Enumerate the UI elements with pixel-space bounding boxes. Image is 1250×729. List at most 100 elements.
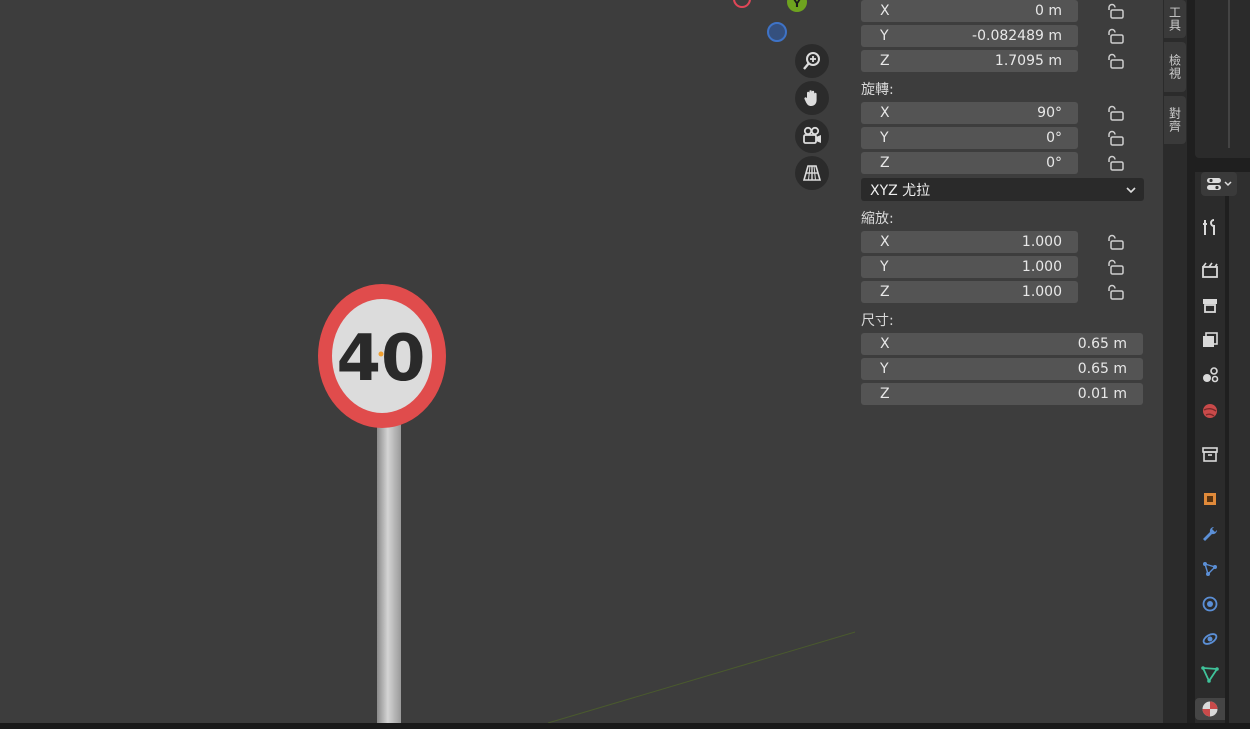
dimensions-y-row: Y 0.65 m [861,358,1143,380]
lock-icon[interactable] [1105,234,1124,250]
location-y-row: Y -0.082489 m [861,25,1078,47]
tab-align[interactable]: 對齊 [1164,96,1186,144]
rotation-y-field[interactable]: Y 0° [861,127,1078,149]
properties-tab-material[interactable] [1195,698,1225,720]
material-icon [1202,701,1218,717]
dimensions-x-field[interactable]: X 0.65 m [861,333,1143,355]
sign-number: 40 [336,322,425,396]
gizmo-y-label: Y [793,0,801,10]
axis-label: X [880,105,890,121]
field-value: 1.000 [1021,259,1062,275]
tool-icon [1203,219,1215,235]
speed-sign[interactable]: 40 [318,284,446,428]
pan-button[interactable] [795,81,829,115]
lock-icon[interactable] [1105,130,1124,146]
field-value: 0 m [1035,3,1062,19]
scene-icon [1203,367,1219,383]
lock-icon[interactable] [1105,259,1124,275]
field-value: 1.000 [1021,284,1062,300]
properties-tab-particles[interactable] [1199,558,1221,580]
view-layer-icon [1203,332,1218,347]
camera-view-icon [803,126,821,144]
axis-label: X [880,336,890,352]
field-value: 0° [1046,155,1062,171]
tab-label: 檢視 [1167,54,1182,80]
chevron-down-icon [1126,186,1136,193]
rotation-mode-value: XYZ 尤拉 [870,182,931,199]
rotation-x-row: X 90° [861,102,1078,124]
properties-tab-data[interactable] [1199,663,1221,685]
camera-view-button[interactable] [795,119,829,153]
lock-icon[interactable] [1105,284,1124,300]
zoom-button[interactable] [795,44,829,78]
axis-label: X [880,3,890,19]
object-origin [378,351,384,357]
data-icon [1201,666,1219,683]
sign-pole [377,420,401,723]
axis-label: Y [880,361,889,377]
field-value: 90° [1037,105,1062,121]
particles-icon [1203,562,1217,576]
tab-label: 工具 [1167,6,1182,32]
properties-tab-view-layer[interactable] [1199,329,1221,351]
world-icon [1203,404,1217,418]
location-z-field[interactable]: Z 1.7095 m [861,50,1078,72]
properties-tab-collection[interactable] [1199,443,1221,465]
scale-label: 縮放: [861,211,894,227]
properties-tab-object[interactable] [1199,488,1221,510]
lock-icon[interactable] [1105,28,1124,44]
scale-z-field[interactable]: Z 1.000 [861,281,1078,303]
axis-label: Y [880,130,889,146]
field-value: 1.7095 m [994,53,1062,69]
tab-view[interactable]: 檢視 [1164,42,1186,92]
scale-y-row: Y 1.000 [861,256,1078,278]
gizmo-z-neg[interactable] [767,22,787,42]
axis-label: X [880,234,890,250]
axis-label: Y [880,28,889,44]
lock-icon[interactable] [1105,3,1124,19]
status-bar [0,723,1250,729]
rotation-y-row: Y 0° [861,127,1078,149]
properties-tab-tool[interactable] [1199,216,1221,238]
dimensions-z-field[interactable]: Z 0.01 m [861,383,1143,405]
field-value: 1.000 [1021,234,1062,250]
scale-x-field[interactable]: X 1.000 [861,231,1078,253]
location-x-field[interactable]: X 0 m [861,0,1078,22]
field-value: 0.65 m [1077,336,1127,352]
object-icon [1204,493,1216,505]
properties-content[interactable] [1229,172,1250,723]
rotation-x-field[interactable]: X 90° [861,102,1078,124]
dimensions-label: 尺寸: [861,313,894,329]
properties-tab-output[interactable] [1199,294,1221,316]
tab-tool[interactable]: 工具 [1164,0,1186,38]
rotation-z-field[interactable]: Z 0° [861,152,1078,174]
field-value: 0° [1046,130,1062,146]
properties-tab-modifier[interactable] [1199,523,1221,545]
properties-tab-render[interactable] [1199,259,1221,281]
properties-tab-world[interactable] [1199,400,1221,422]
location-y-field[interactable]: Y -0.082489 m [861,25,1078,47]
scale-z-row: Z 1.000 [861,281,1078,303]
properties-tab-scene[interactable] [1199,364,1221,386]
editor-type-button[interactable] [1201,172,1237,196]
rotation-mode-select[interactable]: XYZ 尤拉 [861,178,1144,201]
perspective-grid-icon [802,165,822,181]
axis-label: Z [880,284,890,300]
lock-icon[interactable] [1105,105,1124,121]
location-x-row: X 0 m [861,0,1078,22]
tab-label: 對齊 [1167,107,1182,133]
outliner-region[interactable] [1195,0,1250,158]
hand-pan-icon [804,90,817,106]
properties-tab-constraints[interactable] [1199,628,1221,650]
rotation-z-row: Z 0° [861,152,1078,174]
editor-type-icon [1207,178,1232,190]
lock-icon[interactable] [1105,155,1124,171]
perspective-toggle-button[interactable] [795,156,829,190]
constraints-icon [1202,633,1218,645]
properties-tab-physics[interactable] [1199,593,1221,615]
lock-icon[interactable] [1105,53,1124,69]
scale-y-field[interactable]: Y 1.000 [861,256,1078,278]
dimensions-y-field[interactable]: Y 0.65 m [861,358,1143,380]
rotation-label: 旋轉: [861,82,894,98]
scale-x-row: X 1.000 [861,231,1078,253]
